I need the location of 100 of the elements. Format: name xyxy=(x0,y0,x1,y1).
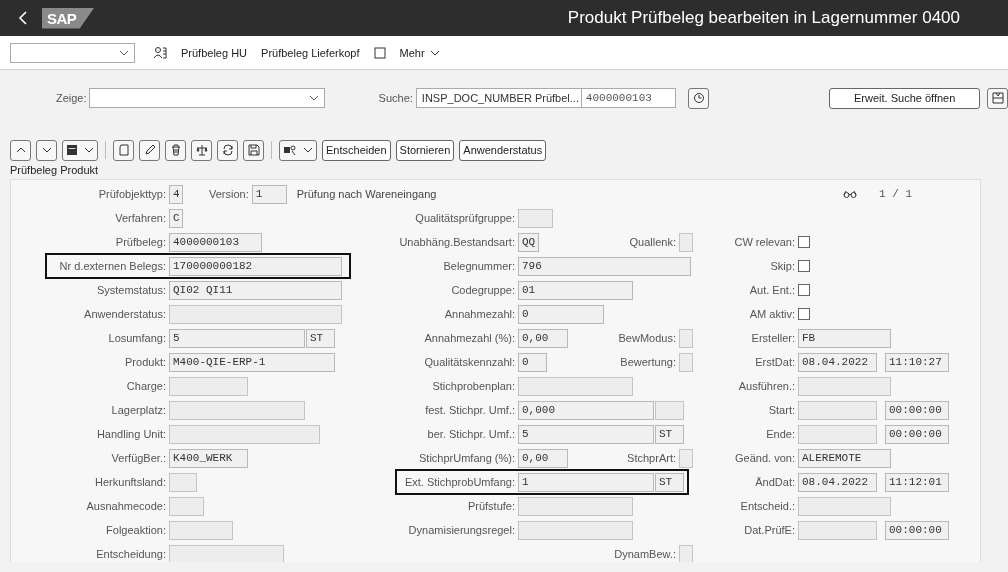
collapse-button[interactable] xyxy=(987,87,1008,109)
input-field[interactable]: 4 xyxy=(169,184,183,204)
input-field[interactable]: 00:00:00 xyxy=(885,400,949,420)
input-field[interactable]: QQ xyxy=(518,232,539,252)
input-field[interactable] xyxy=(679,232,693,252)
action-button[interactable]: Entscheiden xyxy=(322,139,391,161)
input-field[interactable]: M400-QIE-ERP-1 xyxy=(169,352,335,372)
field-label: Herkunftsland: xyxy=(95,476,166,488)
glasses-icon[interactable] xyxy=(843,190,857,198)
scales-icon xyxy=(195,144,208,156)
input-field[interactable]: ST xyxy=(306,328,335,348)
input-field[interactable]: 0 xyxy=(518,304,604,324)
toolbar-button[interactable]: Prüfbeleg Lieferkopf xyxy=(261,46,360,59)
input-field[interactable]: ST xyxy=(655,472,684,492)
input-field[interactable]: 11:10:27 xyxy=(885,352,949,372)
advanced-search-button[interactable]: Erweit. Suche öffnen xyxy=(829,87,980,109)
person-list-icon[interactable] xyxy=(153,45,167,60)
up-button[interactable] xyxy=(10,139,31,161)
delete-button[interactable] xyxy=(165,139,186,161)
input-field[interactable]: 00:00:00 xyxy=(885,424,949,444)
layout-menu-button[interactable] xyxy=(62,139,98,161)
input-field[interactable]: 5 xyxy=(518,424,654,444)
input-field[interactable]: FB xyxy=(798,328,891,348)
checkbox[interactable] xyxy=(798,236,810,248)
input-field[interactable] xyxy=(798,424,877,444)
input-field[interactable]: K400_WERK xyxy=(169,448,248,468)
input-field[interactable] xyxy=(798,520,877,540)
square-icon[interactable] xyxy=(373,46,386,59)
input-field[interactable] xyxy=(679,448,693,468)
input-field[interactable]: 1 xyxy=(518,472,654,492)
input-field[interactable] xyxy=(518,520,633,540)
caret-icon xyxy=(119,49,129,56)
down-button[interactable] xyxy=(36,139,57,161)
show-label: Zeige: xyxy=(54,92,87,104)
save-button[interactable] xyxy=(243,139,264,161)
input-field[interactable]: 11:12:01 xyxy=(885,472,949,492)
input-field[interactable]: 0 xyxy=(518,352,547,372)
input-field[interactable]: 08.04.2022 xyxy=(798,352,877,372)
input-field[interactable]: QI02 QI11 xyxy=(169,280,342,300)
history-button[interactable] xyxy=(688,87,710,109)
checkbox[interactable] xyxy=(798,260,810,272)
input-field[interactable]: ST xyxy=(655,424,684,444)
refresh-button[interactable] xyxy=(217,139,238,161)
input-field[interactable] xyxy=(679,328,693,348)
input-field[interactable] xyxy=(679,544,693,562)
input-field[interactable] xyxy=(798,400,877,420)
input-field[interactable] xyxy=(169,544,284,562)
tools-icon xyxy=(283,144,297,156)
field-label: StichprUmfang (%): xyxy=(419,452,515,464)
tools-menu-button[interactable] xyxy=(279,139,317,161)
input-field[interactable]: ALEREMOTE xyxy=(798,448,891,468)
back-icon[interactable] xyxy=(18,11,28,25)
input-field[interactable] xyxy=(169,304,342,324)
action-button[interactable]: Anwenderstatus xyxy=(459,139,547,161)
input-field[interactable]: 0,00 xyxy=(518,328,568,348)
input-field[interactable] xyxy=(518,496,633,516)
input-field[interactable]: 0,000 xyxy=(518,400,654,420)
input-field[interactable]: 00:00:00 xyxy=(885,520,949,540)
input-field[interactable] xyxy=(169,400,305,420)
input-field[interactable] xyxy=(798,376,891,396)
input-field[interactable]: 796 xyxy=(518,256,691,276)
new-document-button[interactable] xyxy=(113,139,134,161)
search-type-dropdown[interactable]: INSP_DOC_NUMBER Prüfbel... xyxy=(415,88,582,108)
show-dropdown[interactable] xyxy=(88,88,325,108)
input-field[interactable] xyxy=(798,496,891,516)
input-field[interactable]: 5 xyxy=(169,328,305,348)
caret-icon xyxy=(84,147,94,153)
input-field[interactable] xyxy=(518,376,633,396)
clock-icon xyxy=(692,92,705,104)
scales-button[interactable] xyxy=(191,139,212,161)
input-field[interactable] xyxy=(169,376,248,396)
input-field[interactable] xyxy=(679,352,693,372)
checkbox[interactable] xyxy=(798,308,810,320)
edit-button[interactable] xyxy=(139,139,160,161)
input-field[interactable] xyxy=(518,208,553,228)
action-button[interactable]: Stornieren xyxy=(395,139,455,161)
input-field[interactable]: 1 xyxy=(251,184,287,204)
description-text: Prüfung nach Wareneingang xyxy=(296,188,437,200)
input-field[interactable] xyxy=(169,424,320,444)
toolbar-button[interactable]: Prüfbeleg HU xyxy=(181,46,248,59)
field-label: Charge: xyxy=(126,380,166,392)
checkbox[interactable] xyxy=(798,284,810,296)
input-field[interactable]: 01 xyxy=(518,280,633,300)
input-field[interactable]: 08.04.2022 xyxy=(798,472,877,492)
input-field[interactable]: 0,00 xyxy=(518,448,568,468)
command-dropdown[interactable] xyxy=(10,42,135,63)
more-button[interactable]: Mehr xyxy=(399,46,440,59)
field-label: Dat.PrüfE: xyxy=(744,524,795,536)
search-field[interactable]: 4000000103 xyxy=(581,88,677,108)
field-label: Ext. StichprobUmfang: xyxy=(404,476,515,488)
input-field[interactable] xyxy=(169,472,197,492)
input-field[interactable]: C xyxy=(169,208,183,228)
input-field[interactable]: 170000000182 xyxy=(169,256,342,276)
field-label: Start: xyxy=(768,404,795,416)
input-field[interactable]: 4000000103 xyxy=(169,232,262,252)
chevron-up-icon xyxy=(15,147,26,153)
field-label: fest. Stichpr. Umf.: xyxy=(425,404,515,416)
input-field[interactable] xyxy=(655,400,684,420)
input-field[interactable] xyxy=(169,496,204,516)
input-field[interactable] xyxy=(169,520,233,540)
